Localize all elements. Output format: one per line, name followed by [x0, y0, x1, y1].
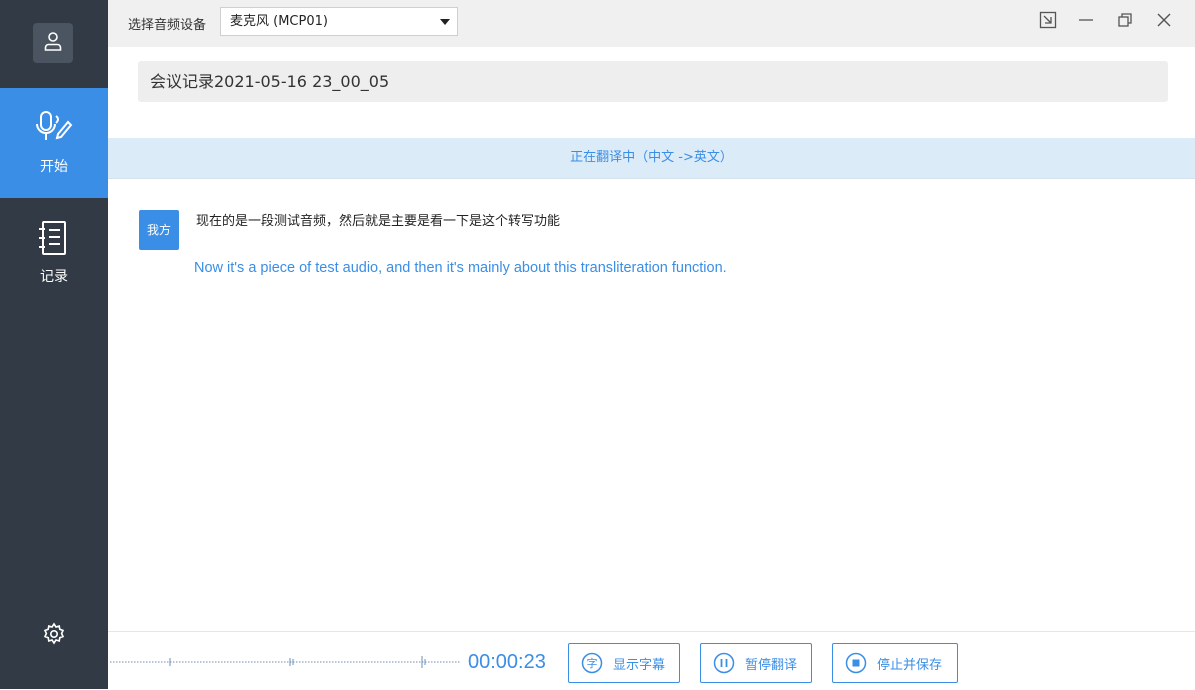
- show-subtitles-label: 显示字幕: [613, 657, 666, 673]
- sidebar-item-records[interactable]: 记录: [0, 198, 108, 308]
- stop-and-save-button[interactable]: 停止并保存: [832, 643, 958, 683]
- audio-device-value: 麦克风 (MCP01): [230, 14, 328, 29]
- transcript-translation-text: Now it's a piece of test audio, and then…: [194, 260, 727, 276]
- sidebar-item-start[interactable]: 开始: [0, 88, 108, 198]
- svg-text:字: 字: [587, 656, 598, 670]
- show-subtitles-button[interactable]: 字 显示字幕: [568, 643, 680, 683]
- user-avatar-button[interactable]: [33, 23, 73, 63]
- pin-window-icon: [1039, 11, 1057, 34]
- stop-and-save-label: 停止并保存: [877, 657, 943, 673]
- bottom-control-bar: 00:00:23 字 显示字幕 暂停翻译 停止并保存: [108, 631, 1195, 690]
- pause-translation-button[interactable]: 暂停翻译: [700, 643, 812, 683]
- elapsed-timer: 00:00:23: [468, 651, 546, 673]
- notebook-icon: [34, 218, 74, 258]
- sidebar-item-label: 开始: [40, 159, 68, 175]
- microphone-pen-icon: [34, 108, 74, 148]
- meeting-title-field[interactable]: 会议记录2021-05-16 23_00_05: [138, 61, 1168, 102]
- audio-device-select[interactable]: 麦克风 (MCP01): [220, 7, 458, 36]
- translation-status-banner: 正在翻译中（中文 ->英文）: [108, 138, 1195, 179]
- close-button[interactable]: [1154, 12, 1174, 32]
- transcript-source-text: 现在的是一段测试音频，然后就是主要是看一下是这个转写功能: [196, 214, 561, 229]
- window-pin-button[interactable]: [1038, 11, 1058, 34]
- sidebar: 开始 记录: [0, 0, 108, 689]
- pause-translation-label: 暂停翻译: [745, 657, 798, 673]
- minimize-icon: [1077, 11, 1095, 34]
- gear-icon: [42, 622, 66, 651]
- settings-button[interactable]: [42, 622, 66, 651]
- restore-button[interactable]: [1115, 12, 1135, 32]
- device-label: 选择音频设备: [128, 18, 207, 33]
- minimize-button[interactable]: [1076, 12, 1096, 32]
- restore-icon: [1116, 11, 1134, 34]
- audio-waveform: [110, 652, 460, 677]
- subtitle-icon: 字: [581, 652, 603, 674]
- user-icon: [42, 30, 64, 57]
- sidebar-item-label: 记录: [40, 269, 68, 285]
- caret-down-icon: [440, 19, 450, 25]
- pause-icon: [713, 652, 735, 674]
- close-icon: [1155, 11, 1173, 34]
- speaker-badge: 我方: [139, 210, 179, 250]
- top-bar: 选择音频设备 麦克风 (MCP01): [108, 0, 1195, 47]
- stop-icon: [845, 652, 867, 674]
